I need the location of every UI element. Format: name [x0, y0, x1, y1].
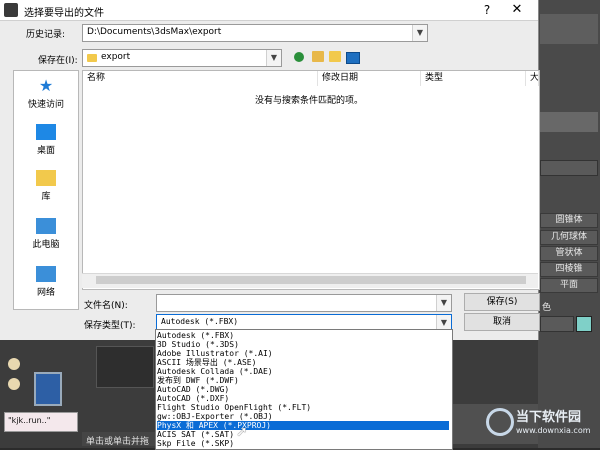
computer-icon: [36, 218, 56, 234]
max-type-dropdown[interactable]: [540, 160, 598, 176]
max-color-swatch[interactable]: [576, 316, 592, 332]
max-geosphere-button[interactable]: 几何球体: [540, 230, 598, 245]
app-icon: [4, 3, 18, 17]
star-icon: ★: [38, 76, 54, 95]
place-label: 网络: [36, 288, 55, 298]
place-quick-access[interactable]: ★ 快速访问: [14, 76, 78, 111]
place-libraries[interactable]: 库: [14, 170, 78, 202]
column-header-size[interactable]: 大: [526, 71, 539, 86]
max-sphere-icon: [8, 358, 20, 370]
cancel-button[interactable]: 取消: [464, 313, 540, 331]
max-color-label: 色: [542, 303, 552, 313]
max-sphere-icon: [8, 378, 20, 390]
max-icon-row: [540, 112, 598, 132]
filetype-option[interactable]: Autodesk Collada (*.DAE): [157, 367, 449, 376]
watermark: 当下软件园 www.downxia.com: [486, 404, 596, 444]
filetype-label: 保存类型(T):: [84, 321, 136, 331]
back-icon[interactable]: [294, 52, 304, 62]
history-value: D:\Documents\3dsMax\export: [87, 27, 222, 37]
help-button[interactable]: ?: [477, 2, 497, 18]
chevron-down-icon[interactable]: ▼: [266, 50, 281, 66]
history-dropdown[interactable]: D:\Documents\3dsMax\export ▼: [82, 24, 428, 42]
place-label: 此电脑: [32, 240, 60, 250]
filetype-option[interactable]: AutoCAD (*.DXF): [157, 394, 449, 403]
filetype-option[interactable]: Flight Studio OpenFlight (*.FLT): [157, 403, 449, 412]
max-timeline[interactable]: [96, 346, 154, 388]
close-button[interactable]: ✕: [505, 2, 529, 18]
view-menu-icon[interactable]: [346, 52, 360, 64]
network-icon: [36, 266, 56, 282]
column-header-modified[interactable]: 修改日期: [318, 71, 421, 86]
place-desktop[interactable]: 桌面: [14, 124, 78, 156]
filetype-option[interactable]: 3D Studio (*.3DS): [157, 340, 449, 349]
max-cone-button[interactable]: 圆锥体: [540, 213, 598, 228]
filetype-option[interactable]: ACIS SAT (*.SAT): [157, 430, 449, 439]
chevron-down-icon[interactable]: ▼: [436, 295, 451, 311]
column-header-type[interactable]: 类型: [421, 71, 526, 86]
max-tube-button[interactable]: 管状体: [540, 246, 598, 261]
watermark-logo-icon: [486, 408, 514, 436]
max-name-field[interactable]: [540, 316, 574, 332]
filetype-option[interactable]: AutoCAD (*.DWG): [157, 385, 449, 394]
save-in-dropdown[interactable]: export ▼: [82, 49, 282, 67]
max-plane-button[interactable]: 平面: [540, 278, 598, 293]
filetype-value: Autodesk (*.FBX): [161, 317, 239, 326]
filetype-option[interactable]: Skp File (*.SKP): [157, 439, 449, 448]
library-icon: [36, 170, 56, 186]
save-in-label: 保存在(I):: [38, 56, 78, 66]
up-folder-icon[interactable]: [312, 51, 324, 62]
desktop-icon: [36, 124, 56, 140]
place-label: 快速访问: [27, 100, 64, 110]
filetype-option[interactable]: Adobe Illustrator (*.AI): [157, 349, 449, 358]
place-label: 库: [41, 192, 51, 202]
mouse-cursor-icon: ➚: [236, 424, 248, 440]
max-pyramid-button[interactable]: 四棱锥: [540, 262, 598, 277]
chevron-down-icon[interactable]: ▼: [412, 25, 427, 41]
filetype-option[interactable]: gw::OBJ-Exporter (*.OBJ): [157, 412, 449, 421]
max-status-text: 单击或单击并拖: [86, 437, 150, 447]
watermark-text: 当下软件园: [516, 410, 582, 425]
place-this-pc[interactable]: 此电脑: [14, 218, 78, 250]
filetype-option[interactable]: PhysX 和 APEX (*.PXPROJ): [157, 421, 449, 430]
max-toolbar-strip: [540, 14, 598, 44]
filename-input[interactable]: ▼: [156, 294, 452, 312]
history-label: 历史记录:: [26, 30, 66, 40]
filetype-option[interactable]: 发布到 DWF (*.DWF): [157, 376, 449, 385]
filetype-option[interactable]: ASCII 场景导出 (*.ASE): [157, 358, 449, 367]
filetype-option[interactable]: Autodesk (*.FBX): [157, 331, 449, 340]
empty-message: 没有与搜索条件匹配的项。: [255, 96, 364, 106]
max-script-text: "kjk..run..": [8, 416, 51, 425]
scrollbar-thumb[interactable]: [96, 276, 526, 284]
dialog-title: 选择要导出的文件: [24, 8, 104, 19]
save-button[interactable]: 保存(S): [464, 293, 540, 311]
column-header-name[interactable]: 名称: [83, 71, 318, 86]
folder-icon: [87, 54, 97, 62]
watermark-url: www.downxia.com: [516, 426, 591, 435]
new-folder-icon[interactable]: [329, 51, 341, 62]
max-viewport-thumb: [34, 372, 62, 406]
place-network[interactable]: 网络: [14, 266, 78, 298]
place-label: 桌面: [36, 146, 55, 156]
save-in-value: export: [101, 52, 131, 62]
filename-label: 文件名(N):: [84, 301, 128, 311]
